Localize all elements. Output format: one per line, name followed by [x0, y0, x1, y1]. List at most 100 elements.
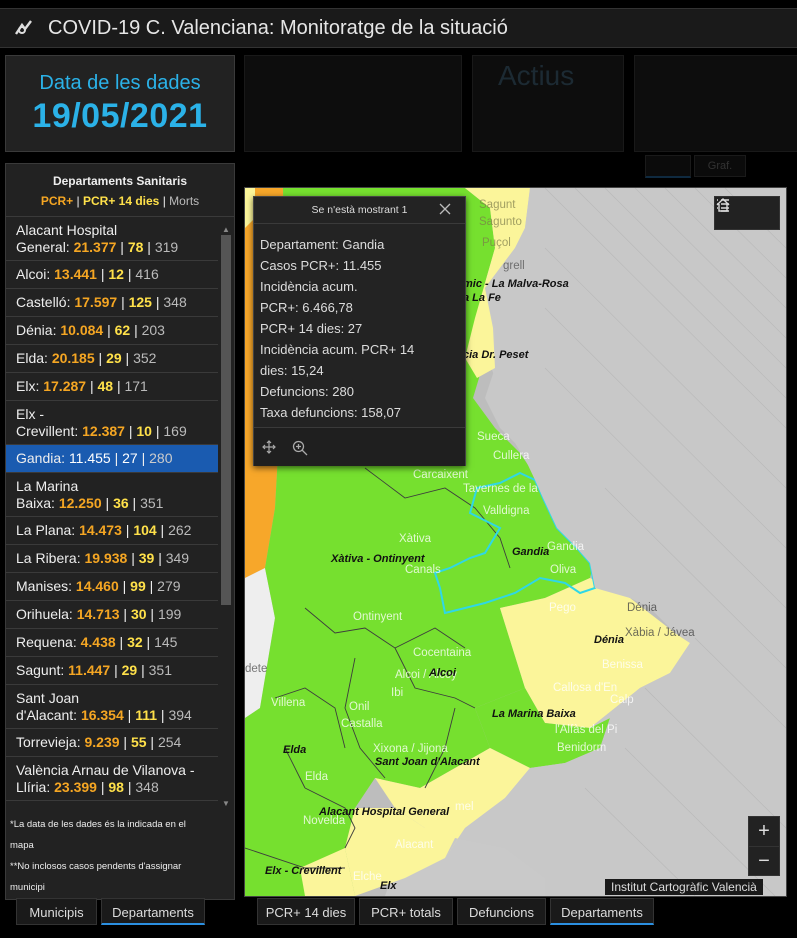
department-name: Baixa: — [16, 494, 55, 511]
place-label: Tavernes de la — [463, 483, 538, 495]
department-name: Torrevieja: — [16, 734, 81, 750]
department-list: Alacant Hospital General: 21.377 | 78 | 3… — [6, 217, 218, 801]
department-name: Crevillent: — [16, 422, 79, 439]
department-list-item[interactable]: Alcoi: 13.441 | 12 | 416 — [6, 261, 218, 289]
pcr14-value: 104 — [133, 522, 157, 538]
popup-body: Departament: Gandia Casos PCR+: 11.455 I… — [254, 224, 465, 434]
department-list-item[interactable]: Castelló: 17.597 | 125 | 348 — [6, 289, 218, 317]
department-label: Alcoi — [428, 667, 457, 679]
pcr14-value: 98 — [108, 778, 124, 795]
department-name: Dénia: — [16, 322, 57, 338]
department-list-item[interactable]: Sant Joan d'Alacant: 16.354 | 111 | 394 — [6, 685, 218, 729]
tab-pcr-totals[interactable]: PCR+ totals — [359, 898, 453, 925]
tab-municipis[interactable]: Municipis — [16, 898, 97, 925]
list-legend: PCR+ | PCR+ 14 dies | Morts — [6, 194, 234, 208]
department-list-item[interactable]: La Marina Baixa: 12.250 | 36 | 351 — [6, 473, 218, 517]
pcr-value: 19.938 — [84, 550, 128, 566]
pcr14-value: 29 — [106, 350, 122, 366]
zoom-to-icon[interactable] — [292, 440, 308, 456]
pcr14-value: 125 — [128, 294, 152, 310]
department-list-item[interactable]: Torrevieja: 9.239 | 55 | 254 — [6, 729, 218, 757]
morts-value: 348 — [135, 778, 159, 795]
popup-line: dies: 15,24 — [260, 363, 324, 378]
department-label: Elx — [380, 880, 397, 892]
place-label: Xàtiva — [399, 533, 432, 545]
pcr14-value: 111 — [135, 706, 158, 723]
place-label: Ibi — [391, 687, 403, 699]
department-values: General: 21.377 | 78 | 319 — [16, 238, 179, 255]
department-list-item[interactable]: Requena: 4.438 | 32 | 145 — [6, 629, 218, 657]
department-label: Gandia — [512, 546, 549, 558]
department-label: mic - La Malva-Rosa — [463, 278, 569, 290]
legend-button[interactable] — [717, 197, 779, 229]
department-list-item[interactable]: Sagunt: 11.447 | 29 | 351 — [6, 657, 218, 685]
department-values: Dénia: 10.084 | 62 | 203 — [16, 322, 165, 338]
department-name: Elx: — [16, 378, 40, 394]
department-list-item[interactable]: Dénia: 10.084 | 62 | 203 — [6, 317, 218, 345]
place-label: Elda — [305, 771, 329, 783]
obscured-tab-1[interactable] — [645, 155, 691, 178]
department-list-item[interactable]: Manises: 14.460 | 99 | 279 — [6, 573, 218, 601]
department-list-item[interactable]: Orihuela: 14.713 | 30 | 199 — [6, 601, 218, 629]
tab-departaments-map[interactable]: Departaments — [550, 898, 654, 925]
popup-header: Se n'està mostrant 1 — [254, 197, 465, 224]
scroll-up-icon[interactable]: ▲ — [220, 225, 232, 235]
department-list-item[interactable]: La Plana: 14.473 | 104 | 262 — [6, 517, 218, 545]
place-label: Valldigna — [483, 505, 530, 517]
pcr-value: 12.387 — [82, 422, 125, 439]
department-name: La Ribera: — [16, 550, 81, 566]
popup-footer — [254, 427, 465, 466]
scroll-thumb[interactable] — [221, 235, 231, 605]
date-value: 19/05/2021 — [32, 97, 208, 135]
department-name: La Marina — [16, 477, 79, 494]
department-list-item[interactable]: Gandia: 11.455 | 27 | 280 — [6, 445, 218, 473]
popup-line: Casos PCR+: 11.455 — [260, 258, 382, 273]
department-values: Sagunt: 11.447 | 29 | 351 — [16, 662, 172, 678]
department-list-item[interactable]: València Arnau de Vilanova - Llíria: 23.3… — [6, 757, 218, 801]
place-label: Oliva — [550, 564, 577, 576]
pcr14-value: 99 — [130, 578, 146, 594]
place-label: Villena — [271, 697, 306, 709]
department-name: Sant Joan — [16, 689, 80, 706]
tab-defuncions[interactable]: Defuncions — [457, 898, 546, 925]
popup-line: Incidència acum. PCR+ 14 — [260, 342, 415, 357]
department-values: Requena: 4.438 | 32 | 145 — [16, 634, 178, 650]
pcr-value: 9.239 — [84, 734, 120, 750]
zoom-out-button[interactable]: − — [749, 847, 779, 876]
obscured-tab-2[interactable]: Graf. — [694, 155, 746, 177]
legend-sep: | — [159, 194, 170, 208]
place-label: Canals — [405, 564, 441, 576]
place-label: Dénia — [627, 602, 658, 614]
department-label: Dénia — [594, 634, 624, 646]
pcr-value: 11.455 — [68, 450, 111, 466]
legend-pcr: PCR+ — [40, 194, 74, 208]
list-scrollbar[interactable]: ▲ ▼ — [220, 225, 232, 808]
pcr14-value: 55 — [130, 734, 147, 750]
morts-value: 416 — [135, 266, 159, 282]
legend-sep: | — [73, 194, 83, 208]
place-label: Sagunt — [479, 199, 516, 211]
morts-value: 319 — [154, 238, 179, 255]
place-label: dete — [245, 663, 267, 675]
department-list-item[interactable]: Alacant Hospital General: 21.377 | 78 | 3… — [6, 217, 218, 261]
zoom-in-button[interactable]: + — [749, 817, 779, 847]
department-list-item[interactable]: Elx - Crevillent: 12.387 | 10 | 169 — [6, 401, 218, 445]
tab-pcr-14-dies[interactable]: PCR+ 14 dies — [257, 898, 355, 925]
morts-value: 203 — [141, 322, 165, 338]
department-name: General: — [16, 238, 70, 255]
department-label: Elx - Crevillent — [265, 865, 343, 877]
pcr-value: 21.377 — [73, 238, 117, 255]
department-name: València Arnau de Vilanova - — [16, 761, 195, 778]
pcr-value: 13.441 — [54, 266, 97, 282]
department-values: La Ribera: 19.938 | 39 | 349 — [16, 550, 190, 566]
place-label: Cullera — [493, 450, 530, 462]
department-list-item[interactable]: Elda: 20.185 | 29 | 352 — [6, 345, 218, 373]
close-icon[interactable] — [439, 203, 451, 215]
tab-departaments-list[interactable]: Departaments — [101, 898, 205, 925]
morts-value: 351 — [140, 494, 164, 511]
department-list-item[interactable]: Elx: 17.287 | 48 | 171 — [6, 373, 218, 401]
department-list-item[interactable]: La Ribera: 19.938 | 39 | 349 — [6, 545, 218, 573]
department-list-panel: Departaments Sanitaris PCR+ | PCR+ 14 di… — [5, 163, 235, 900]
map-attribution: Institut Cartogràfic Valencià — [605, 879, 763, 895]
pan-to-icon[interactable] — [262, 440, 276, 454]
